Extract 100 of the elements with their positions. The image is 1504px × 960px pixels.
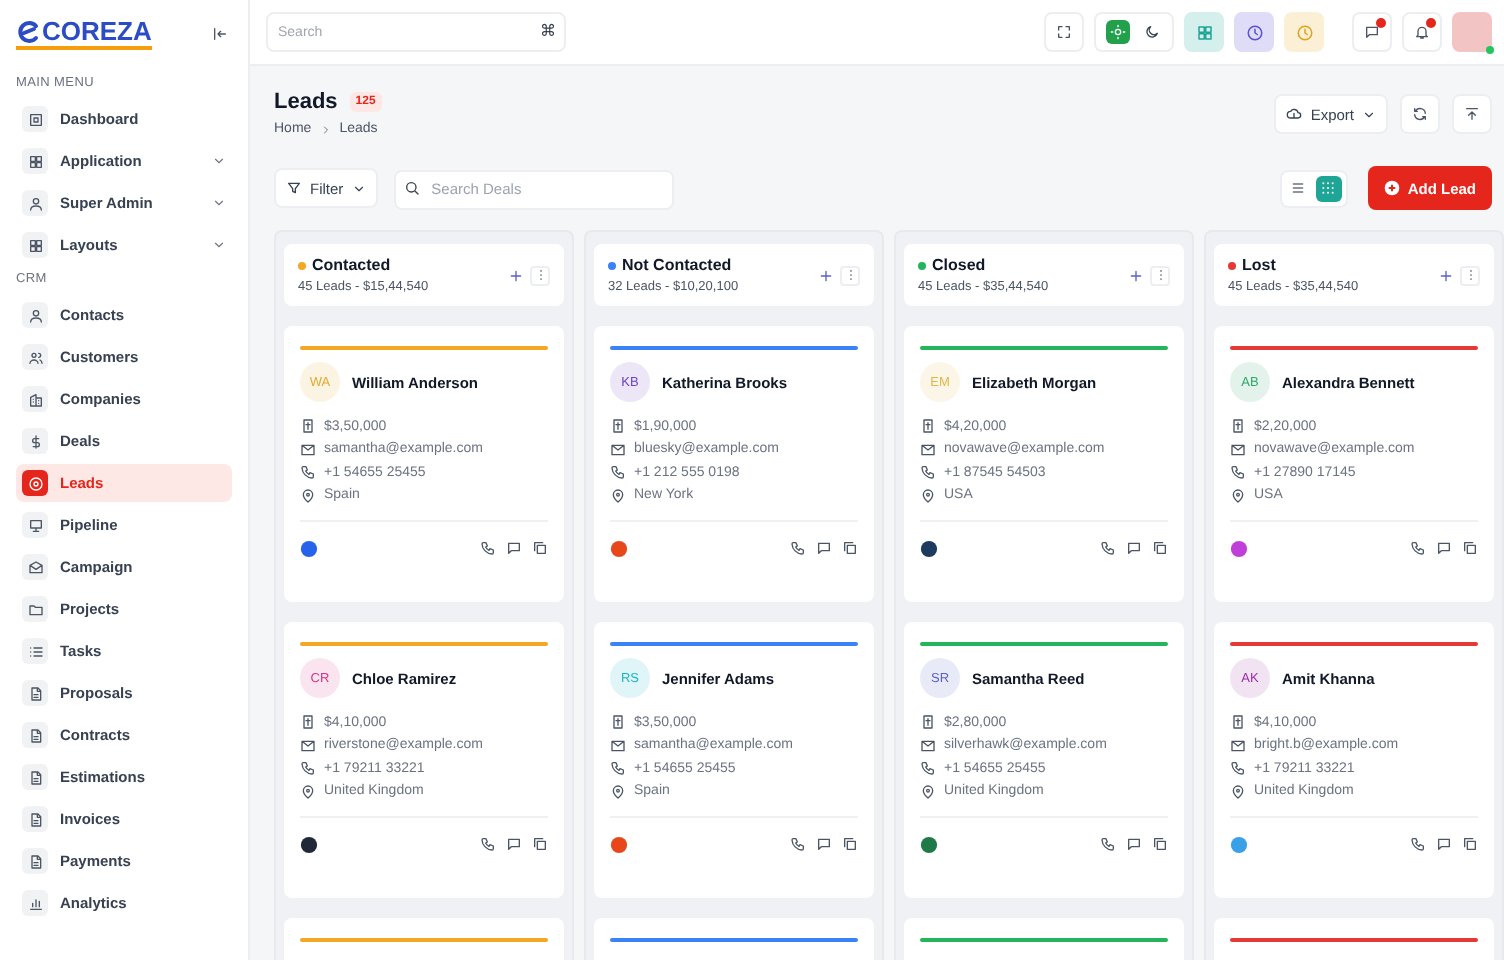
bar-chart-icon (27, 895, 43, 911)
notifications-button[interactable] (1402, 12, 1442, 52)
chat-icon (1126, 540, 1142, 556)
chat-icon (1436, 540, 1452, 556)
company-logo-icon (300, 835, 318, 853)
phone-icon (790, 836, 806, 852)
plus-icon (818, 267, 834, 283)
plus-icon (1128, 267, 1144, 283)
apps-button[interactable] (1184, 12, 1224, 52)
grid-icon (27, 153, 43, 169)
refresh-button[interactable] (1400, 94, 1440, 134)
chat-button[interactable] (1436, 540, 1452, 556)
call-button[interactable] (480, 540, 496, 556)
chat-icon (1436, 836, 1452, 852)
location-icon (610, 783, 626, 799)
shortcut-key: ⌘ (540, 22, 556, 42)
copy-button[interactable] (842, 540, 858, 556)
location-icon (1230, 783, 1246, 799)
clock-icon (1245, 23, 1263, 41)
phone-icon (300, 464, 316, 480)
chat-icon (506, 540, 522, 556)
collapse-icon (212, 26, 228, 42)
phone-icon (1230, 760, 1246, 776)
phone-icon (1410, 540, 1426, 556)
search-icon (403, 180, 420, 196)
call-button[interactable] (790, 540, 806, 556)
chevron-right-icon (319, 123, 332, 135)
company-logo-icon (920, 539, 938, 557)
plus-icon (508, 267, 524, 283)
phone-icon (1100, 836, 1116, 852)
company-logo-icon (610, 835, 628, 853)
document-icon (27, 769, 43, 785)
chat-icon (1364, 24, 1380, 40)
collapse-button[interactable] (1452, 94, 1492, 134)
copy-button[interactable] (532, 540, 548, 556)
chat-icon (506, 836, 522, 852)
company-logo-icon (1230, 835, 1248, 853)
chevron-down-icon (1362, 107, 1376, 121)
list-icon (1290, 180, 1307, 196)
copy-icon (532, 836, 548, 852)
bell-icon (1414, 24, 1430, 40)
phone-icon (480, 540, 496, 556)
copy-icon (842, 836, 858, 852)
plus-icon (1438, 267, 1454, 283)
chat-button[interactable] (506, 836, 522, 852)
add-button[interactable] (1438, 267, 1454, 283)
copy-icon (1152, 836, 1168, 852)
logo[interactable]: COREZA (16, 18, 152, 50)
phone-icon (610, 760, 626, 776)
phone-icon (1230, 464, 1246, 480)
column-title: Lost (1242, 256, 1276, 274)
copy-button[interactable] (532, 836, 548, 852)
company-logo-icon (920, 835, 938, 853)
call-button[interactable] (1410, 540, 1426, 556)
target-icon (27, 475, 43, 491)
copy-button[interactable] (1152, 836, 1168, 852)
call-button[interactable] (1410, 836, 1426, 852)
call-button[interactable] (1100, 836, 1116, 852)
copy-button[interactable] (1152, 540, 1168, 556)
add-button[interactable] (508, 267, 524, 283)
chat-button[interactable] (1126, 836, 1142, 852)
users-icon (27, 349, 43, 365)
mail-icon (920, 441, 936, 457)
chat-button[interactable] (1126, 540, 1142, 556)
chat-button[interactable] (1436, 836, 1452, 852)
add-button[interactable] (1128, 267, 1144, 283)
phone-icon (920, 464, 936, 480)
mail-icon (610, 441, 626, 457)
copy-icon (1462, 836, 1478, 852)
messages-button[interactable] (1352, 12, 1392, 52)
copy-button[interactable] (1462, 540, 1478, 556)
mail-icon (920, 737, 936, 753)
mail-icon (610, 737, 626, 753)
mail-icon (1230, 737, 1246, 753)
call-button[interactable] (1100, 540, 1116, 556)
phone-icon (300, 760, 316, 776)
document-icon (27, 811, 43, 827)
user-icon (27, 195, 43, 211)
copy-button[interactable] (842, 836, 858, 852)
document-icon (27, 685, 43, 701)
theme-toggle[interactable] (1094, 12, 1174, 52)
call-button[interactable] (480, 836, 496, 852)
add-button[interactable] (818, 267, 834, 283)
chat-button[interactable] (816, 540, 832, 556)
phone-icon (480, 836, 496, 852)
plus-circle-icon (1383, 180, 1400, 196)
call-button[interactable] (790, 836, 806, 852)
copy-icon (532, 540, 548, 556)
clock-button[interactable] (1234, 12, 1274, 52)
chat-icon (1126, 836, 1142, 852)
grid-icon (1195, 23, 1213, 41)
chat-button[interactable] (506, 540, 522, 556)
column-title: Closed (932, 256, 986, 274)
grid-view-button[interactable] (1315, 175, 1342, 201)
location-icon (300, 487, 316, 503)
copy-button[interactable] (1462, 836, 1478, 852)
column-title: Contacted (312, 256, 391, 274)
location-icon (610, 487, 626, 503)
chat-button[interactable] (816, 836, 832, 852)
location-icon (300, 783, 316, 799)
